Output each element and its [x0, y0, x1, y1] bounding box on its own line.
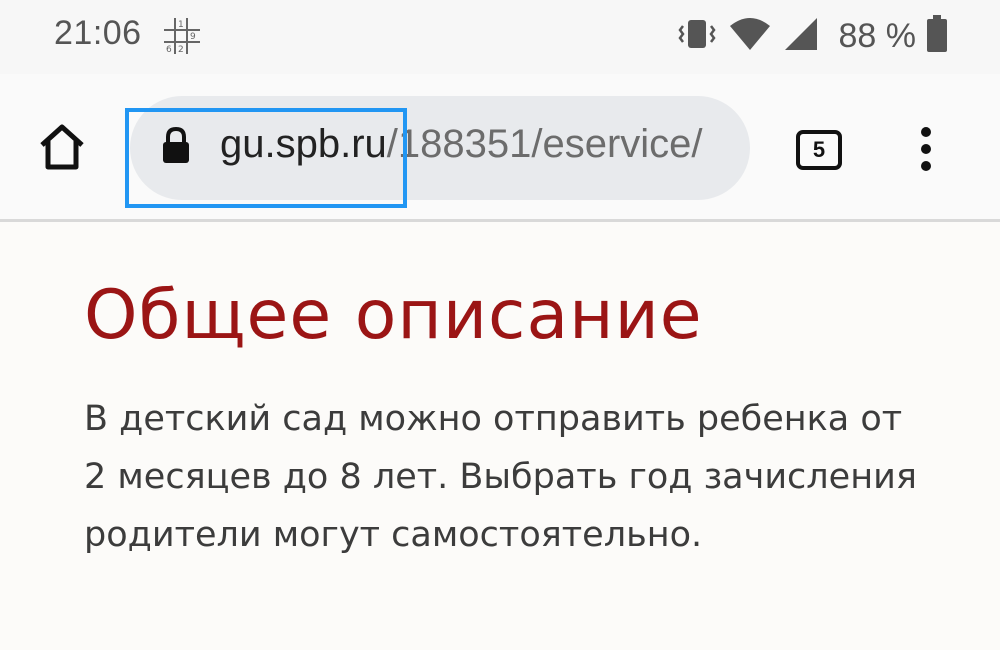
svg-text:2: 2: [178, 45, 184, 55]
status-time: 21:06: [54, 14, 142, 52]
home-icon: [40, 124, 84, 170]
overflow-menu-button[interactable]: [912, 126, 940, 172]
page-content: Общее описание В детский сад можно отпра…: [84, 276, 964, 564]
vibrate-icon: [677, 14, 717, 59]
page-description: В детский сад можно отправить ребенка от…: [84, 399, 917, 555]
wifi-icon: [729, 16, 771, 57]
status-right-group: 88 %: [665, 12, 949, 60]
signal-icon: [783, 16, 819, 57]
url-text[interactable]: gu.spb.ru/188351/eservice/: [220, 122, 703, 167]
toolbar-divider: [0, 219, 1000, 222]
url-bar[interactable]: gu.spb.ru/188351/eservice/: [130, 96, 750, 200]
tab-count: 5: [812, 137, 826, 162]
url-domain: gu.spb.ru: [220, 122, 387, 166]
home-button[interactable]: [34, 119, 90, 175]
battery-percent: 88 %: [838, 16, 917, 55]
status-bar: 21:06 1 9 6 2 88 %: [0, 0, 1000, 74]
battery-icon: [926, 14, 948, 58]
svg-text:6: 6: [166, 45, 172, 55]
svg-text:9: 9: [190, 32, 196, 42]
page-heading: Общее описание: [84, 276, 703, 355]
lock-icon[interactable]: [160, 126, 192, 171]
notification-grid-icon: 1 9 6 2: [162, 16, 202, 61]
browser-toolbar: gu.spb.ru/188351/eservice/ 5: [0, 74, 1000, 220]
tab-switcher-button[interactable]: 5: [796, 130, 842, 170]
svg-text:1: 1: [178, 20, 184, 30]
overflow-menu-icon: [921, 127, 931, 171]
url-path: /188351/eservice/: [386, 122, 703, 166]
